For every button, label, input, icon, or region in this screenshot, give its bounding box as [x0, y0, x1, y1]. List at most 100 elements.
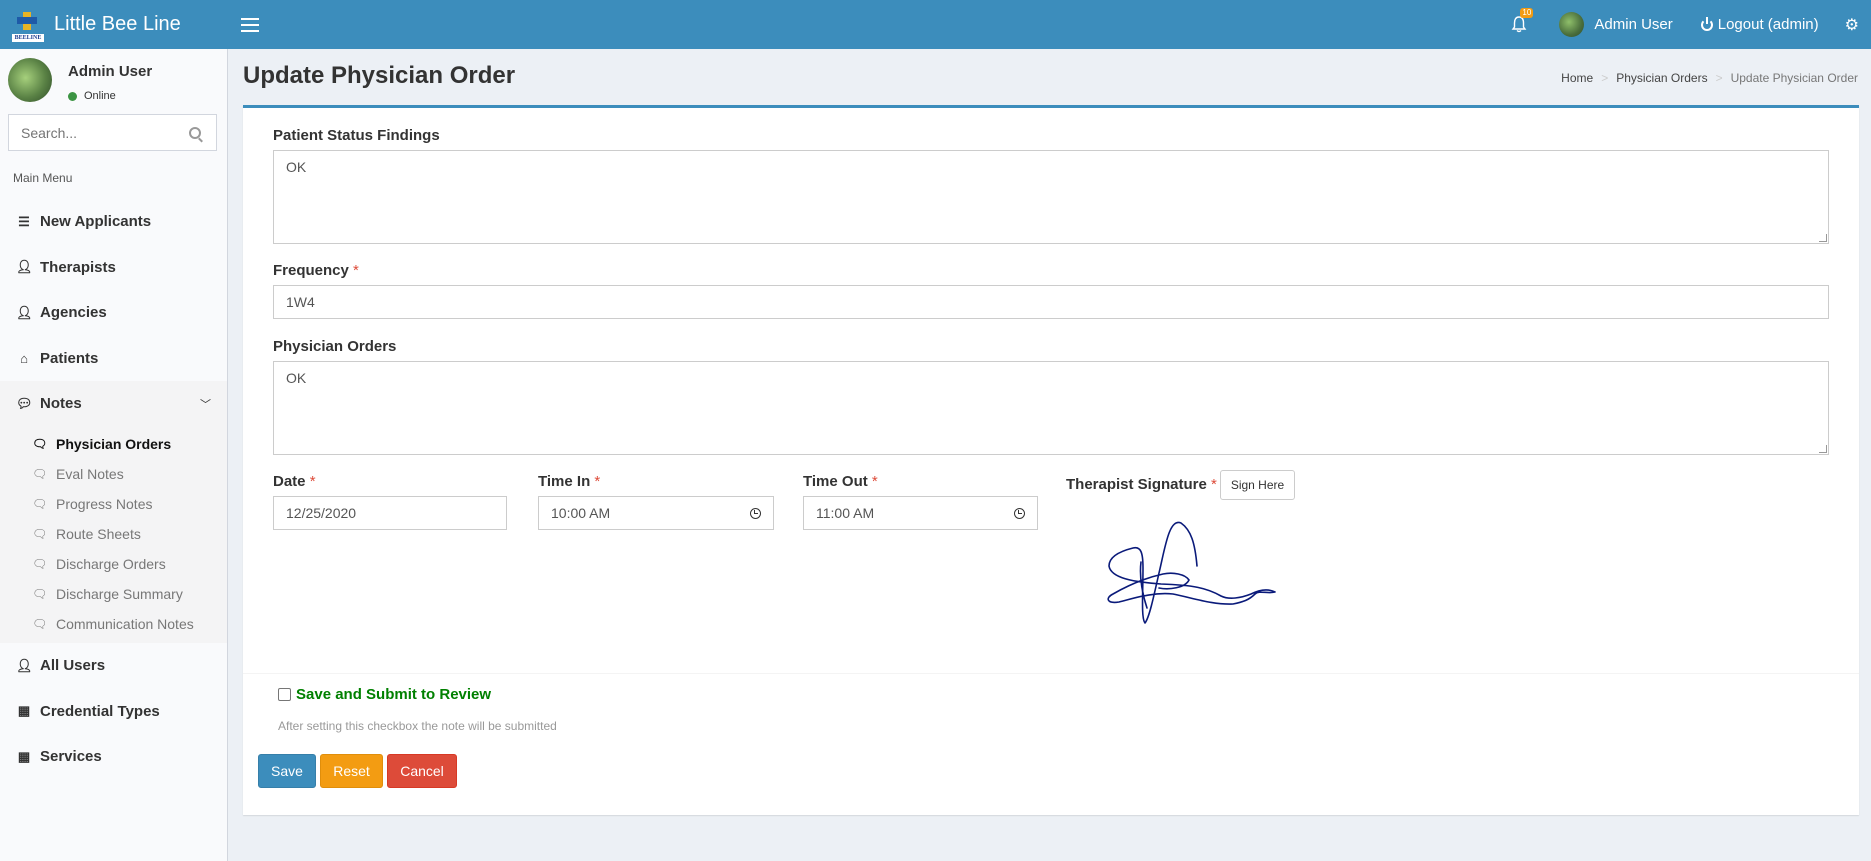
- clock-icon[interactable]: [1014, 508, 1025, 519]
- brand[interactable]: BEELINE Little Bee Line: [0, 0, 228, 49]
- time-out-value: 11:00 AM: [816, 505, 875, 521]
- sidebar: Admin User Online Main Menu ☰ New Applic…: [0, 49, 228, 861]
- sidebar-item-new-applicants[interactable]: ☰ New Applicants: [0, 199, 227, 245]
- user-icon: 👤︎: [16, 259, 33, 275]
- submenu-item-label: Physician Orders: [56, 435, 172, 452]
- brand-logo: BEELINE: [12, 8, 44, 42]
- date-field[interactable]: 12/25/2020: [273, 496, 507, 530]
- submenu-item-label: Progress Notes: [56, 495, 153, 512]
- required-mark: *: [1211, 476, 1217, 493]
- sidebar-item-label: Credential Types: [40, 702, 160, 720]
- frequency-value: 1W4: [286, 294, 315, 310]
- breadcrumb-physician-orders[interactable]: Physician Orders: [1616, 71, 1707, 85]
- submenu-item-discharge-orders[interactable]: 🗨︎ Discharge Orders: [0, 549, 227, 579]
- resize-handle-icon[interactable]: [1819, 234, 1827, 242]
- required-mark: *: [353, 262, 359, 279]
- physician-orders-label: Physician Orders: [273, 338, 397, 355]
- save-button[interactable]: Save: [258, 754, 316, 788]
- user-icon: 👤︎: [16, 304, 33, 320]
- resize-handle-icon[interactable]: [1819, 445, 1827, 453]
- sidebar-item-all-users[interactable]: 👤︎ All Users: [0, 643, 227, 689]
- sidebar-item-agencies[interactable]: 👤︎ Agencies: [0, 290, 227, 336]
- form-divider: [243, 673, 1859, 674]
- physician-orders-textarea[interactable]: OK: [273, 361, 1829, 455]
- time-in-field[interactable]: 10:00 AM: [538, 496, 774, 530]
- main-menu: ☰ New Applicants 👤︎ Therapists 👤︎ Agenci…: [0, 199, 227, 780]
- frequency-label: Frequency *: [273, 262, 359, 279]
- frequency-field[interactable]: 1W4: [273, 285, 1829, 319]
- sidebar-item-label: Services: [40, 748, 102, 766]
- page-title: Update Physician Order: [243, 62, 516, 89]
- therapist-signature-label-text: Therapist Signature: [1066, 476, 1207, 493]
- comments-icon: 🗨︎: [32, 556, 48, 571]
- submit-to-review-checkbox[interactable]: [278, 688, 291, 701]
- sidebar-toggle-icon[interactable]: [241, 17, 259, 32]
- breadcrumb-separator: >: [1601, 71, 1609, 85]
- gears-icon[interactable]: ⚙: [1845, 15, 1859, 35]
- sidebar-item-services[interactable]: ▦ Services: [0, 734, 227, 780]
- submenu-item-progress-notes[interactable]: 🗨︎ Progress Notes: [0, 489, 227, 519]
- time-out-field[interactable]: 11:00 AM: [803, 496, 1038, 530]
- breadcrumb-home[interactable]: Home: [1561, 71, 1593, 85]
- menu-header: Main Menu: [13, 171, 73, 185]
- submenu-item-label: Discharge Orders: [56, 555, 166, 572]
- user-menu[interactable]: Admin User: [1559, 12, 1673, 37]
- cancel-button[interactable]: Cancel: [387, 754, 457, 788]
- sidebar-item-notes[interactable]: 💬︎ Notes ﹀: [0, 381, 227, 427]
- power-icon: [1700, 16, 1713, 31]
- notification-count-badge: 10: [1520, 7, 1534, 18]
- submit-to-review-label[interactable]: Save and Submit to Review: [296, 686, 491, 703]
- patient-status-label: Patient Status Findings: [273, 127, 440, 144]
- sign-here-button[interactable]: Sign Here: [1220, 470, 1295, 500]
- sidebar-user-panel: Admin User Online: [0, 49, 227, 111]
- sidebar-item-label: Notes: [40, 395, 82, 413]
- submenu-item-route-sheets[interactable]: 🗨︎ Route Sheets: [0, 519, 227, 549]
- submenu-item-eval-notes[interactable]: 🗨︎ Eval Notes: [0, 459, 227, 489]
- sidebar-item-therapists[interactable]: 👤︎ Therapists: [0, 245, 227, 291]
- date-label: Date *: [273, 473, 316, 490]
- time-out-label-text: Time Out: [803, 473, 868, 490]
- submenu-item-label: Communication Notes: [56, 616, 194, 633]
- comments-icon: 🗨︎: [32, 587, 48, 602]
- submenu-item-label: Eval Notes: [56, 465, 124, 482]
- required-mark: *: [594, 473, 601, 490]
- breadcrumb-separator: >: [1715, 71, 1723, 85]
- submenu-item-label: Route Sheets: [56, 525, 141, 542]
- sidebar-search: [8, 114, 217, 151]
- sidebar-item-label: All Users: [40, 657, 106, 675]
- search-icon[interactable]: [189, 126, 201, 139]
- notes-submenu: 🗨︎ Physician Orders 🗨︎ Eval Notes 🗨︎ Pro…: [0, 426, 227, 644]
- reset-button[interactable]: Reset: [320, 754, 383, 788]
- sidebar-item-label: Therapists: [40, 258, 116, 276]
- online-status-label: Online: [84, 90, 116, 102]
- frequency-label-text: Frequency: [273, 262, 349, 279]
- sidebar-item-patients[interactable]: ⌂ Patients: [0, 336, 227, 382]
- top-navbar: BEELINE Little Bee Line 10 Admin User Lo…: [0, 0, 1871, 49]
- online-dot-icon: [68, 91, 77, 101]
- notifications-bell-icon[interactable]: 10: [1511, 7, 1534, 34]
- grid-icon: ▦: [17, 703, 31, 719]
- submenu-item-discharge-summary[interactable]: 🗨︎ Discharge Summary: [0, 579, 227, 609]
- comments-icon: 🗨︎: [32, 617, 48, 632]
- date-value: 12/25/2020: [286, 505, 357, 521]
- online-status: Online: [68, 90, 116, 102]
- clock-icon[interactable]: [750, 508, 761, 519]
- patient-status-textarea[interactable]: OK: [273, 150, 1829, 244]
- signature-image[interactable]: [1073, 508, 1295, 638]
- sidebar-search-input[interactable]: [9, 124, 179, 141]
- submenu-item-physician-orders[interactable]: 🗨︎ Physician Orders: [0, 429, 227, 459]
- therapist-signature-label: Therapist Signature *: [1066, 476, 1217, 493]
- sidebar-item-label: Agencies: [40, 304, 107, 322]
- sidebar-item-label: New Applicants: [40, 213, 152, 231]
- brand-logo-text: BEELINE: [12, 33, 44, 42]
- logout-link[interactable]: Logout (admin): [1700, 16, 1819, 33]
- breadcrumb: Home > Physician Orders > Update Physici…: [1561, 71, 1858, 85]
- sidebar-avatar: [8, 58, 52, 102]
- logout-label: Logout (admin): [1717, 16, 1819, 33]
- submenu-item-communication-notes[interactable]: 🗨︎ Communication Notes: [0, 609, 227, 639]
- user-menu-name: Admin User: [1594, 16, 1673, 33]
- comments-icon: 🗨︎: [32, 466, 48, 481]
- brand-name: Little Bee Line: [54, 13, 181, 35]
- sidebar-item-credential-types[interactable]: ▦ Credential Types: [0, 689, 227, 735]
- time-in-label: Time In *: [538, 473, 600, 490]
